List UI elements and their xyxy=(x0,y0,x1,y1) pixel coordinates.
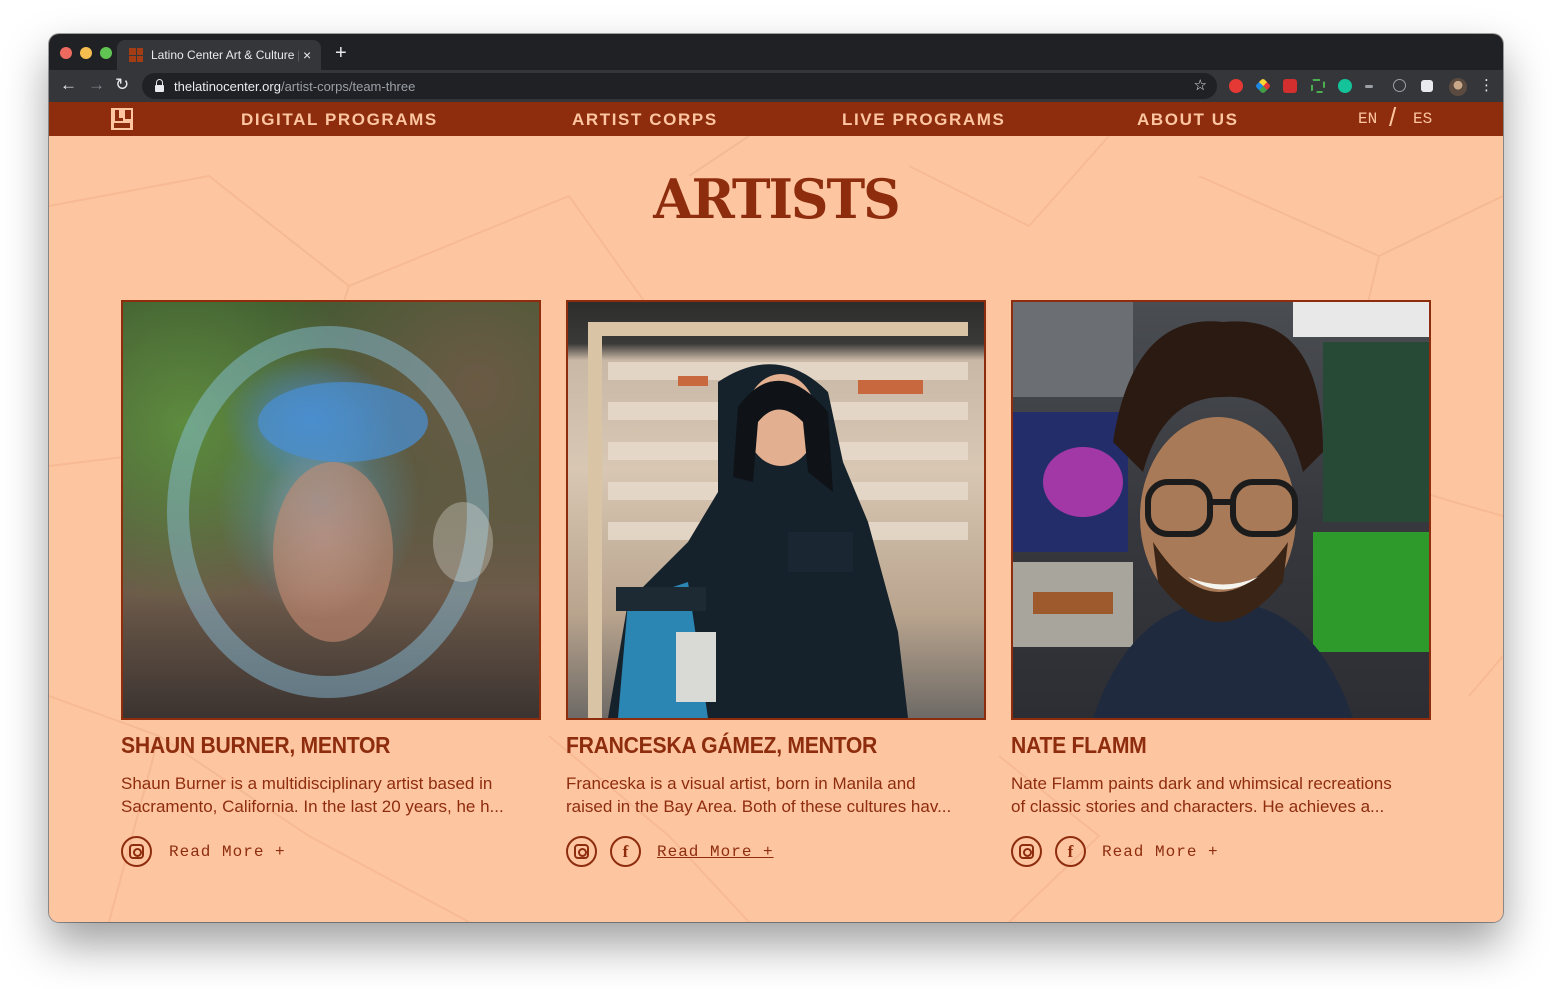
nav-about-us[interactable]: ABOUT US xyxy=(1137,110,1239,130)
extensions-puzzle-icon[interactable] xyxy=(1421,80,1433,92)
artist-name[interactable]: NATE FLAMM xyxy=(1011,732,1147,759)
page-content: ARTISTS SHAUN BURNER, MENTOR Shaun Burne… xyxy=(49,136,1503,922)
nav-live-programs[interactable]: LIVE PROGRAMS xyxy=(842,110,1005,130)
tab-close-icon[interactable]: × xyxy=(303,47,311,63)
site-favicon-icon xyxy=(129,48,143,62)
page-title: ARTISTS xyxy=(653,167,900,232)
read-more-link[interactable]: Read More + xyxy=(169,843,286,861)
extension-grammarly-icon[interactable] xyxy=(1338,79,1352,93)
maximize-window-button[interactable] xyxy=(100,47,112,59)
browser-menu-icon[interactable]: ⋮ xyxy=(1479,76,1494,94)
browser-toolbar: ← → ↻ thelatinocenter.org/artist-corps/t… xyxy=(49,70,1503,102)
instagram-link[interactable] xyxy=(121,836,152,867)
extension-red-icon[interactable] xyxy=(1229,79,1243,93)
artist-photo[interactable] xyxy=(121,300,541,720)
browser-tab[interactable]: Latino Center Art & Culture | V × xyxy=(117,40,321,70)
new-tab-button[interactable]: + xyxy=(335,42,347,65)
instagram-icon xyxy=(574,844,589,859)
read-more-link[interactable]: Read More + xyxy=(1102,843,1219,861)
artist-bio: Nate Flamm paints dark and whimsical rec… xyxy=(1011,774,1392,816)
url-text: thelatinocenter.org/artist-corps/team-th… xyxy=(174,78,416,94)
facebook-link[interactable]: f xyxy=(1055,836,1086,867)
profile-avatar[interactable] xyxy=(1449,78,1467,96)
site-navigation: DIGITAL PROGRAMS ARTIST CORPS LIVE PROGR… xyxy=(49,102,1503,136)
language-es[interactable]: ES xyxy=(1413,110,1432,128)
extension-info-icon[interactable] xyxy=(1393,79,1406,92)
bookmark-star-icon[interactable]: ☆ xyxy=(1194,76,1207,94)
browser-window: Latino Center Art & Culture | V × + ← → … xyxy=(49,34,1503,922)
instagram-icon xyxy=(129,844,144,859)
language-separator: / xyxy=(1389,102,1397,132)
artist-bio: Franceska is a visual artist, born in Ma… xyxy=(566,774,952,816)
minimize-window-button[interactable] xyxy=(80,47,92,59)
artist-name[interactable]: FRANCESKA GÁMEZ, MENTOR xyxy=(566,732,877,759)
facebook-icon: f xyxy=(622,841,629,861)
facebook-icon: f xyxy=(1067,841,1074,861)
language-en[interactable]: EN xyxy=(1358,110,1377,128)
nav-artist-corps[interactable]: ARTIST CORPS xyxy=(572,110,718,130)
artist-photo[interactable] xyxy=(566,300,986,720)
instagram-link[interactable] xyxy=(1011,836,1042,867)
facebook-link[interactable]: f xyxy=(610,836,641,867)
artist-photo[interactable] xyxy=(1011,300,1431,720)
back-button[interactable]: ← xyxy=(60,75,77,95)
tab-title: Latino Center Art & Culture | V xyxy=(151,48,299,62)
nav-digital-programs[interactable]: DIGITAL PROGRAMS xyxy=(241,110,438,130)
extension-dots-icon[interactable] xyxy=(1365,85,1373,88)
forward-button[interactable]: → xyxy=(88,75,105,95)
extension-pdf-icon[interactable] xyxy=(1283,79,1297,93)
instagram-icon xyxy=(1019,844,1034,859)
reload-button[interactable]: ↻ xyxy=(115,75,129,95)
read-more-link[interactable]: Read More + xyxy=(657,843,774,861)
artist-bio: Shaun Burner is a multidisciplinary arti… xyxy=(121,774,504,816)
extension-screenshot-icon[interactable] xyxy=(1311,79,1325,93)
address-bar[interactable]: thelatinocenter.org/artist-corps/team-th… xyxy=(142,73,1217,99)
instagram-link[interactable] xyxy=(566,836,597,867)
lock-icon xyxy=(155,78,164,92)
site-logo[interactable] xyxy=(111,108,133,130)
extension-colorful-icon[interactable] xyxy=(1255,78,1271,94)
close-window-button[interactable] xyxy=(60,47,72,59)
artist-name[interactable]: SHAUN BURNER, MENTOR xyxy=(121,732,390,759)
tab-strip: Latino Center Art & Culture | V × + xyxy=(49,34,1503,70)
